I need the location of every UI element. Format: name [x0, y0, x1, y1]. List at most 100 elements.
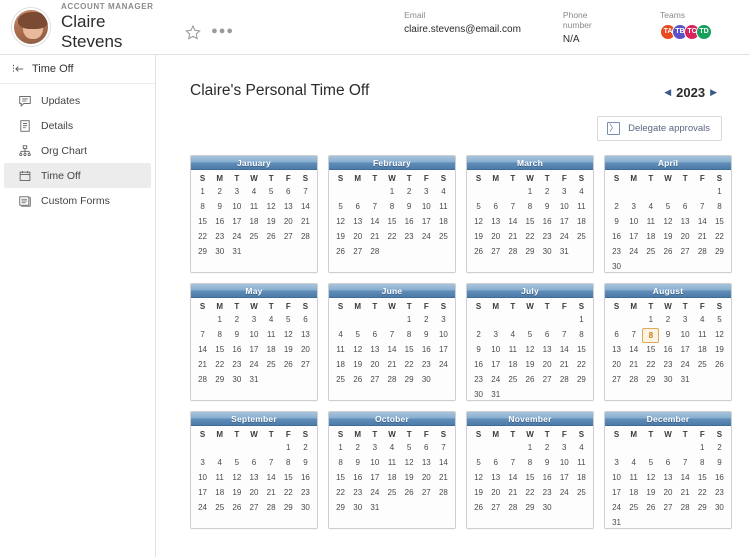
day-cell[interactable]: 22	[642, 358, 659, 373]
day-cell[interactable]: 18	[245, 215, 262, 230]
day-cell[interactable]: 30	[659, 373, 676, 388]
day-cell[interactable]: 16	[297, 471, 314, 486]
day-cell[interactable]: 22	[194, 230, 211, 245]
day-cell[interactable]: 20	[280, 215, 297, 230]
day-cell[interactable]: 1	[521, 441, 538, 456]
day-cell[interactable]: 25	[245, 230, 262, 245]
star-icon[interactable]	[185, 24, 201, 40]
day-cell[interactable]: 19	[642, 486, 659, 501]
day-cell[interactable]: 30	[608, 260, 625, 272]
day-cell[interactable]: 4	[211, 456, 228, 471]
day-cell[interactable]: 23	[539, 486, 556, 501]
day-cell[interactable]: 30	[349, 501, 366, 516]
day-cell[interactable]: 12	[642, 471, 659, 486]
day-cell[interactable]: 15	[401, 343, 418, 358]
day-cell[interactable]: 15	[573, 343, 590, 358]
day-cell[interactable]: 12	[263, 200, 280, 215]
day-cell[interactable]: 23	[418, 358, 435, 373]
day-cell[interactable]: 7	[694, 200, 711, 215]
day-cell[interactable]: 16	[608, 230, 625, 245]
day-cell[interactable]: 27	[297, 358, 314, 373]
day-cell[interactable]: 30	[470, 388, 487, 400]
day-cell[interactable]: 22	[401, 358, 418, 373]
day-cell[interactable]: 2	[659, 313, 676, 328]
day-cell[interactable]: 5	[332, 200, 349, 215]
day-cell[interactable]: 13	[245, 471, 262, 486]
day-cell[interactable]: 28	[263, 501, 280, 516]
day-cell[interactable]: 21	[194, 358, 211, 373]
day-cell[interactable]: 9	[211, 200, 228, 215]
day-cell[interactable]: 5	[470, 200, 487, 215]
day-cell[interactable]: 4	[245, 185, 262, 200]
day-cell[interactable]: 11	[211, 471, 228, 486]
day-cell[interactable]: 11	[435, 200, 452, 215]
day-cell[interactable]: 13	[366, 343, 383, 358]
day-cell[interactable]: 28	[194, 373, 211, 388]
day-cell[interactable]: 5	[659, 200, 676, 215]
day-cell[interactable]: 23	[539, 230, 556, 245]
day-cell[interactable]: 27	[608, 373, 625, 388]
day-cell[interactable]: 10	[487, 343, 504, 358]
day-cell[interactable]: 30	[228, 373, 245, 388]
day-cell[interactable]: 18	[263, 343, 280, 358]
day-cell[interactable]: 7	[435, 441, 452, 456]
day-cell[interactable]: 14	[625, 343, 642, 358]
day-cell[interactable]: 18	[211, 486, 228, 501]
day-cell-today[interactable]: 8	[642, 328, 660, 343]
day-cell[interactable]: 24	[677, 358, 694, 373]
day-cell[interactable]: 31	[487, 388, 504, 400]
day-cell[interactable]: 24	[435, 358, 452, 373]
day-cell[interactable]: 12	[659, 215, 676, 230]
day-cell[interactable]: 4	[642, 200, 659, 215]
delegate-approvals-button[interactable]: 〉 Delegate approvals	[597, 116, 722, 141]
day-cell[interactable]: 12	[349, 343, 366, 358]
day-cell[interactable]: 27	[659, 501, 676, 516]
day-cell[interactable]: 2	[539, 441, 556, 456]
day-cell[interactable]: 20	[487, 486, 504, 501]
day-cell[interactable]: 17	[677, 343, 694, 358]
day-cell[interactable]: 6	[608, 328, 625, 343]
day-cell[interactable]: 4	[332, 328, 349, 343]
day-cell[interactable]: 27	[349, 245, 366, 260]
day-cell[interactable]: 31	[608, 516, 625, 528]
day-cell[interactable]: 27	[539, 373, 556, 388]
day-cell[interactable]: 20	[297, 343, 314, 358]
day-cell[interactable]: 19	[228, 486, 245, 501]
day-cell[interactable]: 9	[608, 215, 625, 230]
day-cell[interactable]: 26	[521, 373, 538, 388]
sidebar-item-details[interactable]: Details	[4, 113, 151, 138]
day-cell[interactable]: 9	[418, 328, 435, 343]
day-cell[interactable]: 9	[228, 328, 245, 343]
day-cell[interactable]: 9	[539, 456, 556, 471]
day-cell[interactable]: 5	[711, 313, 728, 328]
day-cell[interactable]: 10	[228, 200, 245, 215]
collapse-sidebar-icon[interactable]	[12, 63, 26, 75]
day-cell[interactable]: 20	[539, 358, 556, 373]
day-cell[interactable]: 26	[349, 373, 366, 388]
day-cell[interactable]: 17	[418, 215, 435, 230]
day-cell[interactable]: 9	[470, 343, 487, 358]
day-cell[interactable]: 31	[245, 373, 262, 388]
day-cell[interactable]: 20	[677, 230, 694, 245]
day-cell[interactable]: 20	[608, 358, 625, 373]
day-cell[interactable]: 14	[504, 215, 521, 230]
day-cell[interactable]: 21	[625, 358, 642, 373]
day-cell[interactable]: 11	[573, 456, 590, 471]
next-year-button[interactable]: ▶	[705, 87, 722, 98]
day-cell[interactable]: 15	[711, 215, 728, 230]
day-cell[interactable]: 16	[418, 343, 435, 358]
day-cell[interactable]: 1	[194, 185, 211, 200]
day-cell[interactable]: 25	[332, 373, 349, 388]
day-cell[interactable]: 31	[228, 245, 245, 260]
day-cell[interactable]: 11	[504, 343, 521, 358]
day-cell[interactable]: 4	[694, 313, 711, 328]
day-cell[interactable]: 25	[694, 358, 711, 373]
day-cell[interactable]: 29	[711, 245, 728, 260]
day-cell[interactable]: 31	[677, 373, 694, 388]
day-cell[interactable]: 24	[487, 373, 504, 388]
day-cell[interactable]: 18	[642, 230, 659, 245]
day-cell[interactable]: 24	[194, 501, 211, 516]
day-cell[interactable]: 7	[504, 200, 521, 215]
day-cell[interactable]: 22	[280, 486, 297, 501]
day-cell[interactable]: 7	[504, 456, 521, 471]
